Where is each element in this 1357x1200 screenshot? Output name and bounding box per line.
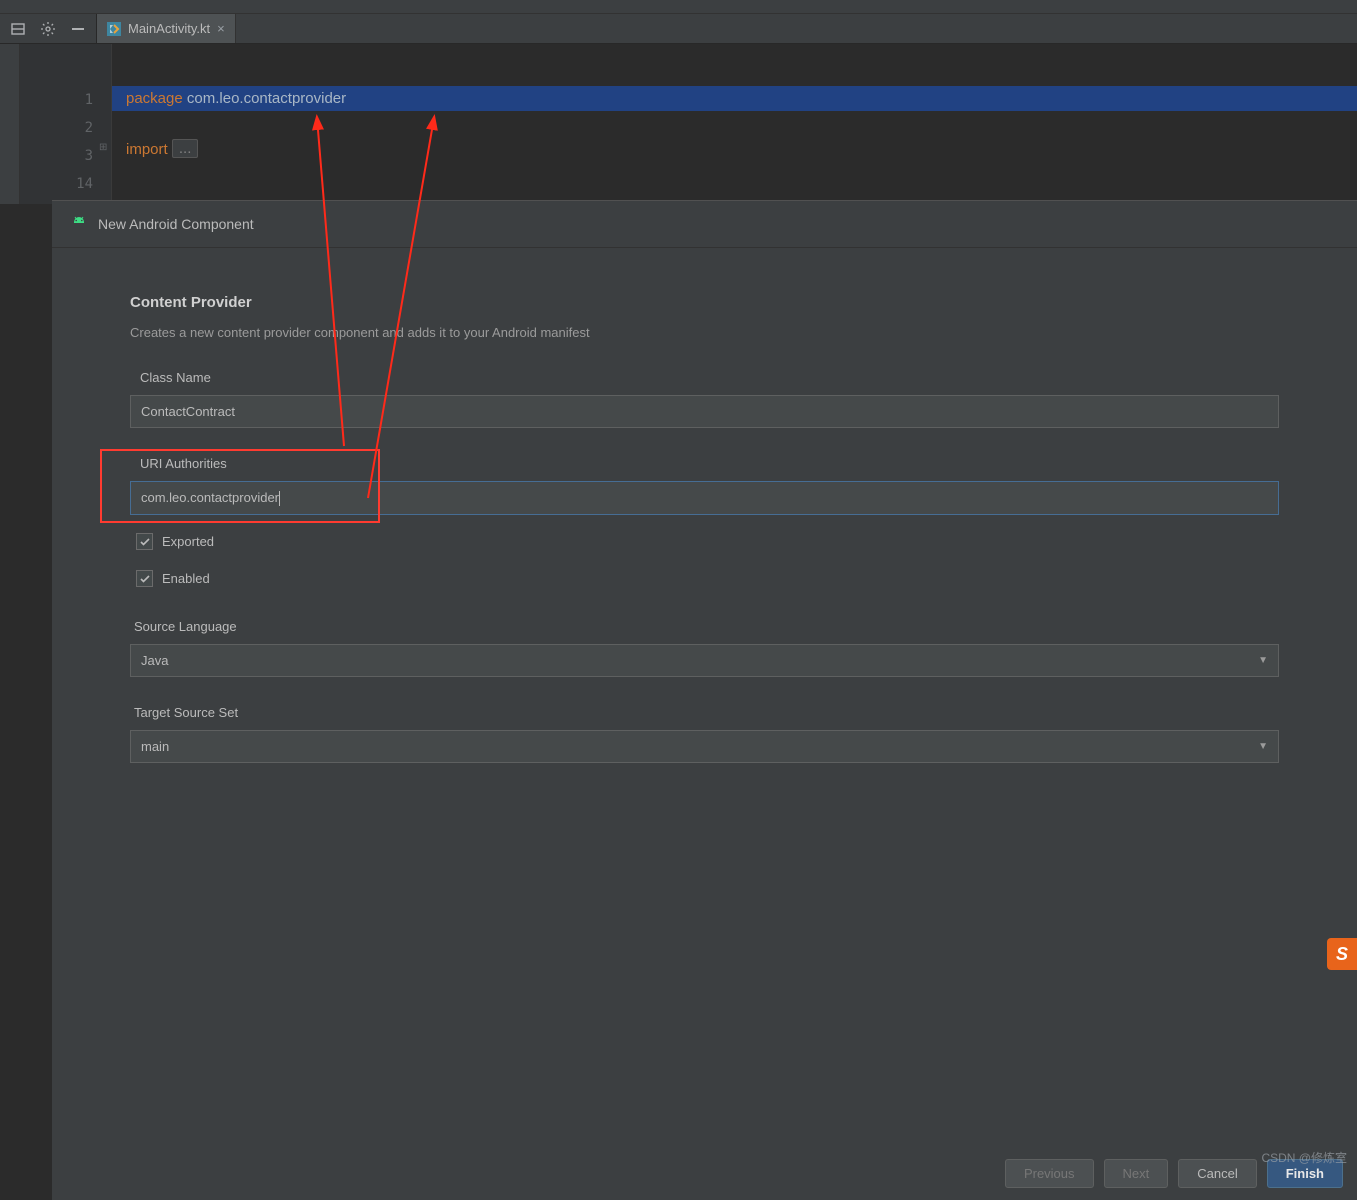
minimize-icon[interactable] [70, 21, 86, 37]
line-number: 3 [20, 142, 111, 170]
code-area[interactable]: package com.leo.contactprovider ⊞import … [112, 44, 1357, 204]
dialog-title: New Android Component [98, 216, 254, 232]
checkbox-checked-icon[interactable] [136, 570, 153, 587]
code-line-import: ⊞import ... [112, 136, 1357, 163]
gear-icon[interactable] [40, 21, 56, 37]
kotlin-file-icon [107, 22, 121, 36]
target-source-set-label: Target Source Set [130, 705, 1279, 720]
line-number-gutter: 1 2 3 14 [20, 44, 112, 204]
line-number: 14 [20, 170, 111, 198]
cancel-button[interactable]: Cancel [1178, 1159, 1256, 1188]
enabled-checkbox-row[interactable]: Enabled [130, 570, 1279, 587]
dialog-header: New Android Component [52, 201, 1357, 248]
line-number: 1 [20, 86, 111, 114]
section-title: Content Provider [130, 294, 1279, 311]
target-source-set-select[interactable]: main ▼ [130, 730, 1279, 763]
field-class-name: Class Name ContactContract [130, 370, 1279, 428]
android-icon [70, 215, 88, 233]
exported-label: Exported [162, 534, 214, 549]
source-language-select[interactable]: Java ▼ [130, 644, 1279, 677]
uri-authorities-input[interactable]: com.leo.contactprovider [130, 481, 1279, 515]
close-icon[interactable]: × [217, 21, 225, 36]
code-line-package: package com.leo.contactprovider [112, 86, 1357, 111]
dialog-body: Content Provider Creates a new content p… [52, 248, 1357, 811]
fold-indicator[interactable]: ... [172, 139, 199, 158]
uri-authorities-label: URI Authorities [130, 456, 1279, 471]
main-toolbar: MainActivity.kt × [0, 14, 1357, 44]
sidebar-toggle-icon[interactable] [10, 21, 26, 37]
left-gutter-stub [0, 44, 20, 204]
source-language-label: Source Language [130, 619, 1279, 634]
enabled-label: Enabled [162, 571, 210, 586]
tab-main-activity[interactable]: MainActivity.kt × [97, 14, 236, 43]
line-number: 2 [20, 114, 111, 142]
exported-checkbox-row[interactable]: Exported [130, 533, 1279, 550]
code-line-empty [112, 111, 1357, 136]
new-component-dialog: New Android Component Content Provider C… [52, 200, 1357, 1200]
previous-button[interactable]: Previous [1005, 1159, 1094, 1188]
editor-tabs: MainActivity.kt × [97, 14, 236, 43]
field-uri-authorities: URI Authorities com.leo.contactprovider [130, 456, 1279, 515]
top-strip [0, 0, 1357, 14]
class-name-input[interactable]: ContactContract [130, 395, 1279, 428]
fold-handle-icon[interactable]: ⊞ [99, 142, 107, 153]
checkbox-checked-icon[interactable] [136, 533, 153, 550]
field-target-source-set: Target Source Set main ▼ [130, 705, 1279, 763]
tab-label: MainActivity.kt [128, 21, 210, 36]
chevron-down-icon: ▼ [1258, 741, 1268, 752]
watermark-text: CSDN @修炼室 [1261, 1149, 1347, 1166]
side-badge: S [1327, 938, 1357, 970]
code-editor: 1 2 3 14 package com.leo.contactprovider… [0, 44, 1357, 204]
next-button[interactable]: Next [1104, 1159, 1169, 1188]
chevron-down-icon: ▼ [1258, 655, 1268, 666]
class-name-label: Class Name [130, 370, 1279, 385]
field-source-language: Source Language Java ▼ [130, 619, 1279, 677]
section-description: Creates a new content provider component… [130, 325, 1279, 340]
